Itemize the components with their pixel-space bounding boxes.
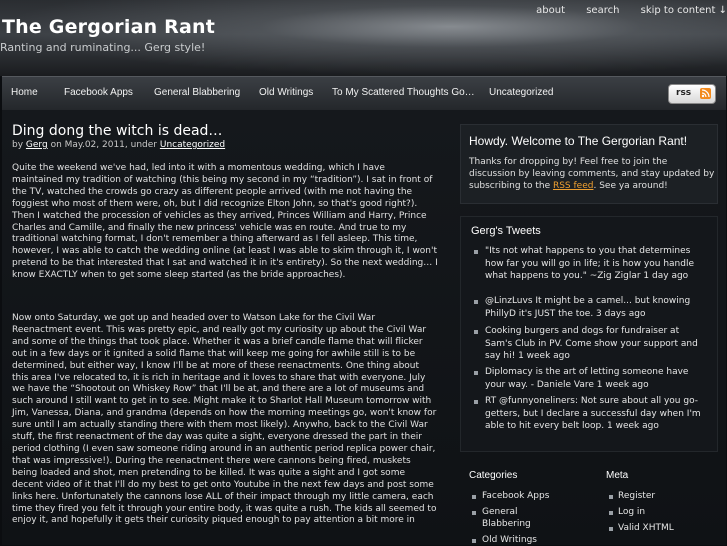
nav-item-facebook-apps[interactable]: Facebook Apps — [64, 87, 133, 98]
category-link[interactable]: Old Writings — [482, 534, 582, 546]
tweet-item[interactable]: "Its not what happens to you that determ… — [485, 245, 709, 283]
nav-item-home[interactable]: Home — [11, 87, 38, 98]
meta-link-valid-xhtml[interactable]: Valid XHTML — [618, 522, 674, 534]
site-header: The Gergorian Rant Ranting and ruminatin… — [0, 0, 727, 76]
about-link[interactable]: about — [536, 5, 565, 16]
site-title[interactable]: The Gergorian Rant — [2, 16, 215, 38]
nav-item-general-blabbering[interactable]: General Blabbering — [154, 87, 240, 98]
meta-link-login[interactable]: Log in — [618, 506, 645, 518]
post-title[interactable]: Ding dong the witch is dead… — [12, 123, 222, 139]
bullet-icon — [474, 300, 478, 304]
meta-title: Meta — [606, 470, 629, 481]
rss-label: rss — [676, 88, 692, 98]
bullet-icon — [472, 511, 476, 515]
meta-link-register[interactable]: Register — [618, 490, 655, 502]
post-author-link[interactable]: Gerg — [26, 140, 48, 150]
bullet-icon — [609, 511, 613, 515]
tweets-title: Gerg's Tweets — [471, 225, 541, 237]
categories-title: Categories — [469, 470, 518, 481]
post-meta: by Gerg on May.02, 2011, under Uncategor… — [12, 140, 225, 150]
welcome-title: Howdy. Welcome to The Gergorian Rant! — [469, 134, 688, 148]
bullet-icon — [609, 495, 613, 499]
nav-item-scattered-thoughts[interactable]: To My Scattered Thoughts Go… — [332, 87, 475, 98]
post-date: on May.02, 2011, under — [50, 140, 157, 150]
content-area: Ding dong the witch is dead… by Gerg on … — [2, 110, 726, 545]
bullet-icon — [472, 495, 476, 499]
category-link[interactable]: General Blabbering — [482, 506, 542, 530]
post-paragraph: Quite the weekend we've had, led into it… — [12, 163, 438, 281]
tweet-item[interactable]: Cooking burgers and dogs for fundraiser … — [485, 325, 709, 363]
bullet-icon — [609, 527, 613, 531]
welcome-text: Thanks for dropping by! Feel free to joi… — [469, 156, 715, 192]
site-tagline: Ranting and ruminating... Gerg style! — [0, 41, 206, 54]
skip-to-content-link[interactable]: skip to content ↓ — [641, 5, 727, 16]
main-nav: Home Facebook Apps General Blabbering Ol… — [2, 76, 726, 111]
welcome-box: Howdy. Welcome to The Gergorian Rant! Th… — [460, 124, 718, 204]
tweets-widget: Gerg's Tweets "Its not what happens to y… — [460, 216, 718, 452]
rss-feed-icon — [700, 88, 711, 99]
bullet-icon — [474, 400, 478, 404]
search-link[interactable]: search — [586, 5, 619, 16]
nav-item-uncategorized[interactable]: Uncategorized — [489, 87, 553, 98]
category-link[interactable]: Facebook Apps — [482, 490, 582, 502]
tweet-item[interactable]: RT @funnyoneliners: Not sure about all y… — [485, 395, 709, 433]
post-paragraph: Now onto Saturday, we got up and headed … — [12, 313, 437, 526]
bullet-icon — [474, 371, 478, 375]
bullet-icon — [472, 539, 476, 543]
post-meta-by: by — [12, 140, 24, 150]
top-links: about search skip to content ↓ — [518, 5, 727, 16]
nav-item-old-writings[interactable]: Old Writings — [259, 87, 313, 98]
bullet-icon — [474, 330, 478, 334]
rss-feed-link[interactable]: RSS feed — [553, 181, 594, 191]
bullet-icon — [474, 250, 478, 254]
tweet-item[interactable]: @LinzLuvs It might be a camel... but kno… — [485, 295, 709, 320]
tweet-item[interactable]: Diplomacy is the art of letting someone … — [485, 366, 709, 391]
post-category-link[interactable]: Uncategorized — [160, 140, 225, 150]
welcome-text-outro: . See ya around! — [593, 181, 668, 191]
rss-button[interactable]: rss — [668, 84, 716, 104]
